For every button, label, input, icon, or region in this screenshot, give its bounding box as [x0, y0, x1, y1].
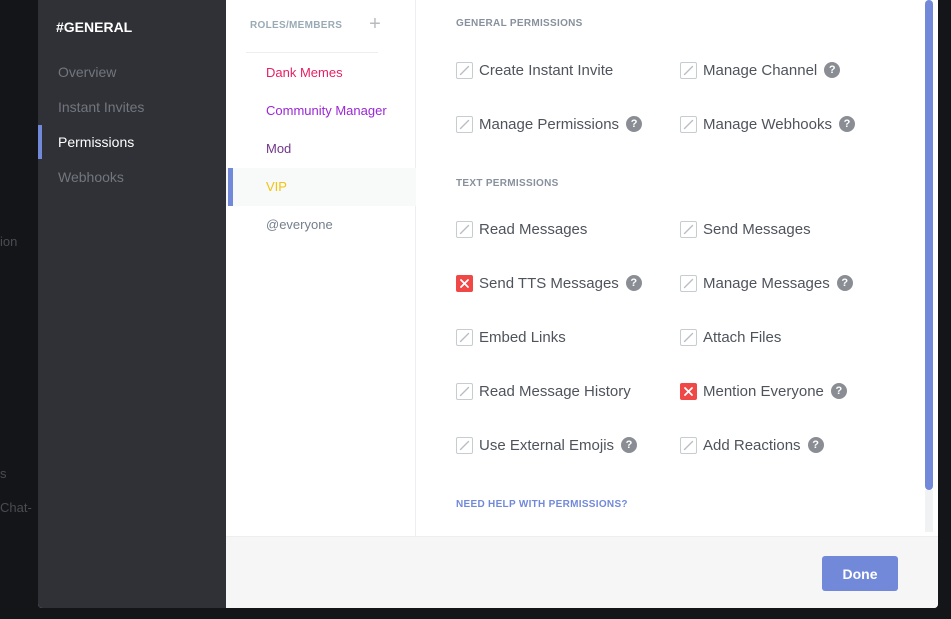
slash-checkbox-icon[interactable] — [456, 220, 473, 238]
perm-create-instant-invite[interactable]: Create Instant Invite — [456, 59, 613, 81]
question-mark-icon[interactable]: ? — [838, 116, 855, 132]
permission-label: Send Messages — [703, 220, 811, 238]
general-permissions-header: GENERAL PERMISSIONS — [456, 18, 583, 29]
permissions-panel: GENERAL PERMISSIONS Create Instant Invit… — [417, 0, 938, 536]
permission-label: Manage Permissions — [479, 115, 620, 133]
question-mark-icon[interactable]: ? — [830, 383, 847, 399]
slash-checkbox-icon[interactable] — [680, 115, 697, 133]
perm-read-message-history[interactable]: Read Message History — [456, 380, 631, 402]
roles-members-header: ROLES/MEMBERS — [250, 20, 343, 31]
permission-label: Read Messages — [479, 220, 588, 238]
role-item-mod[interactable]: Mod — [226, 130, 416, 168]
permission-label: Embed Links — [479, 328, 566, 346]
permissions-scrollbar-thumb[interactable] — [925, 0, 933, 490]
permissions-scrollbar-track[interactable] — [925, 490, 933, 532]
perm-send-messages[interactable]: Send Messages — [680, 218, 811, 240]
permission-label: Manage Webhooks — [703, 115, 832, 133]
sidebar-item-instant-invites[interactable]: Instant Invites — [38, 90, 226, 124]
x-checkbox-icon[interactable] — [456, 274, 473, 292]
slash-checkbox-icon[interactable] — [680, 436, 697, 454]
slash-checkbox-icon[interactable] — [456, 382, 473, 400]
slash-checkbox-icon[interactable] — [680, 61, 697, 79]
background-text-fragment: Chat- — [0, 500, 32, 515]
sidebar-item-permissions[interactable]: Permissions — [38, 125, 226, 159]
perm-manage-messages[interactable]: Manage Messages ? — [680, 272, 853, 294]
perm-embed-links[interactable]: Embed Links — [456, 326, 566, 348]
permission-label: Mention Everyone — [703, 382, 824, 400]
perm-add-reactions[interactable]: Add Reactions ? — [680, 434, 824, 456]
background-text-fragment: ion — [0, 234, 18, 249]
sidebar-item-webhooks[interactable]: Webhooks — [38, 160, 226, 194]
slash-checkbox-icon[interactable] — [456, 328, 473, 346]
permission-label: Send TTS Messages — [479, 274, 619, 292]
perm-mention-everyone[interactable]: Mention Everyone ? — [680, 380, 847, 402]
permission-label: Use External Emojis — [479, 436, 615, 454]
role-item-dank-memes[interactable]: Dank Memes — [226, 54, 416, 92]
question-mark-icon[interactable]: ? — [836, 275, 853, 291]
background-text-fragment: s — [0, 466, 7, 481]
perm-use-external-emojis[interactable]: Use External Emojis ? — [456, 434, 638, 456]
x-checkbox-icon[interactable] — [680, 382, 697, 400]
question-mark-icon[interactable]: ? — [824, 62, 841, 78]
perm-manage-channel[interactable]: Manage Channel ? — [680, 59, 841, 81]
question-mark-icon[interactable]: ? — [807, 437, 824, 453]
permission-label: Attach Files — [703, 328, 782, 346]
channel-title: #GENERAL — [56, 19, 133, 35]
perm-manage-permissions[interactable]: Manage Permissions ? — [456, 113, 643, 135]
permissions-help-link[interactable]: NEED HELP WITH PERMISSIONS? — [456, 499, 628, 510]
permission-label: Create Instant Invite — [479, 61, 614, 79]
channel-settings-modal: #GENERAL Overview Instant Invites Permis… — [38, 0, 938, 608]
question-mark-icon[interactable]: ? — [626, 116, 643, 132]
perm-send-tts-messages[interactable]: Send TTS Messages ? — [456, 272, 642, 294]
slash-checkbox-icon[interactable] — [456, 115, 473, 133]
done-button[interactable]: Done — [822, 556, 898, 591]
question-mark-icon[interactable]: ? — [625, 275, 642, 291]
roles-members-panel: ROLES/MEMBERS + Dank Memes Community Man… — [226, 0, 416, 536]
perm-read-messages[interactable]: Read Messages — [456, 218, 587, 240]
question-mark-icon[interactable]: ? — [621, 437, 638, 453]
settings-sidebar: #GENERAL Overview Instant Invites Permis… — [38, 0, 226, 608]
sidebar-item-overview[interactable]: Overview — [38, 55, 226, 89]
perm-manage-webhooks[interactable]: Manage Webhooks ? — [680, 113, 855, 135]
role-item-everyone[interactable]: @everyone — [226, 206, 416, 244]
permission-label: Add Reactions — [703, 436, 801, 454]
slash-checkbox-icon[interactable] — [680, 274, 697, 292]
slash-checkbox-icon[interactable] — [456, 61, 473, 79]
perm-attach-files[interactable]: Attach Files — [680, 326, 781, 348]
role-item-vip[interactable]: VIP — [226, 168, 416, 206]
roles-divider — [246, 52, 378, 53]
text-permissions-header: TEXT PERMISSIONS — [456, 178, 559, 189]
add-role-plus-icon[interactable]: + — [366, 14, 384, 34]
permission-label: Manage Channel — [703, 61, 818, 79]
permission-label: Manage Messages — [703, 274, 830, 292]
permission-label: Read Message History — [479, 382, 631, 400]
role-item-community-manager[interactable]: Community Manager — [226, 92, 416, 130]
slash-checkbox-icon[interactable] — [456, 436, 473, 454]
slash-checkbox-icon[interactable] — [680, 220, 697, 238]
modal-footer: Done — [226, 536, 938, 608]
slash-checkbox-icon[interactable] — [680, 328, 697, 346]
